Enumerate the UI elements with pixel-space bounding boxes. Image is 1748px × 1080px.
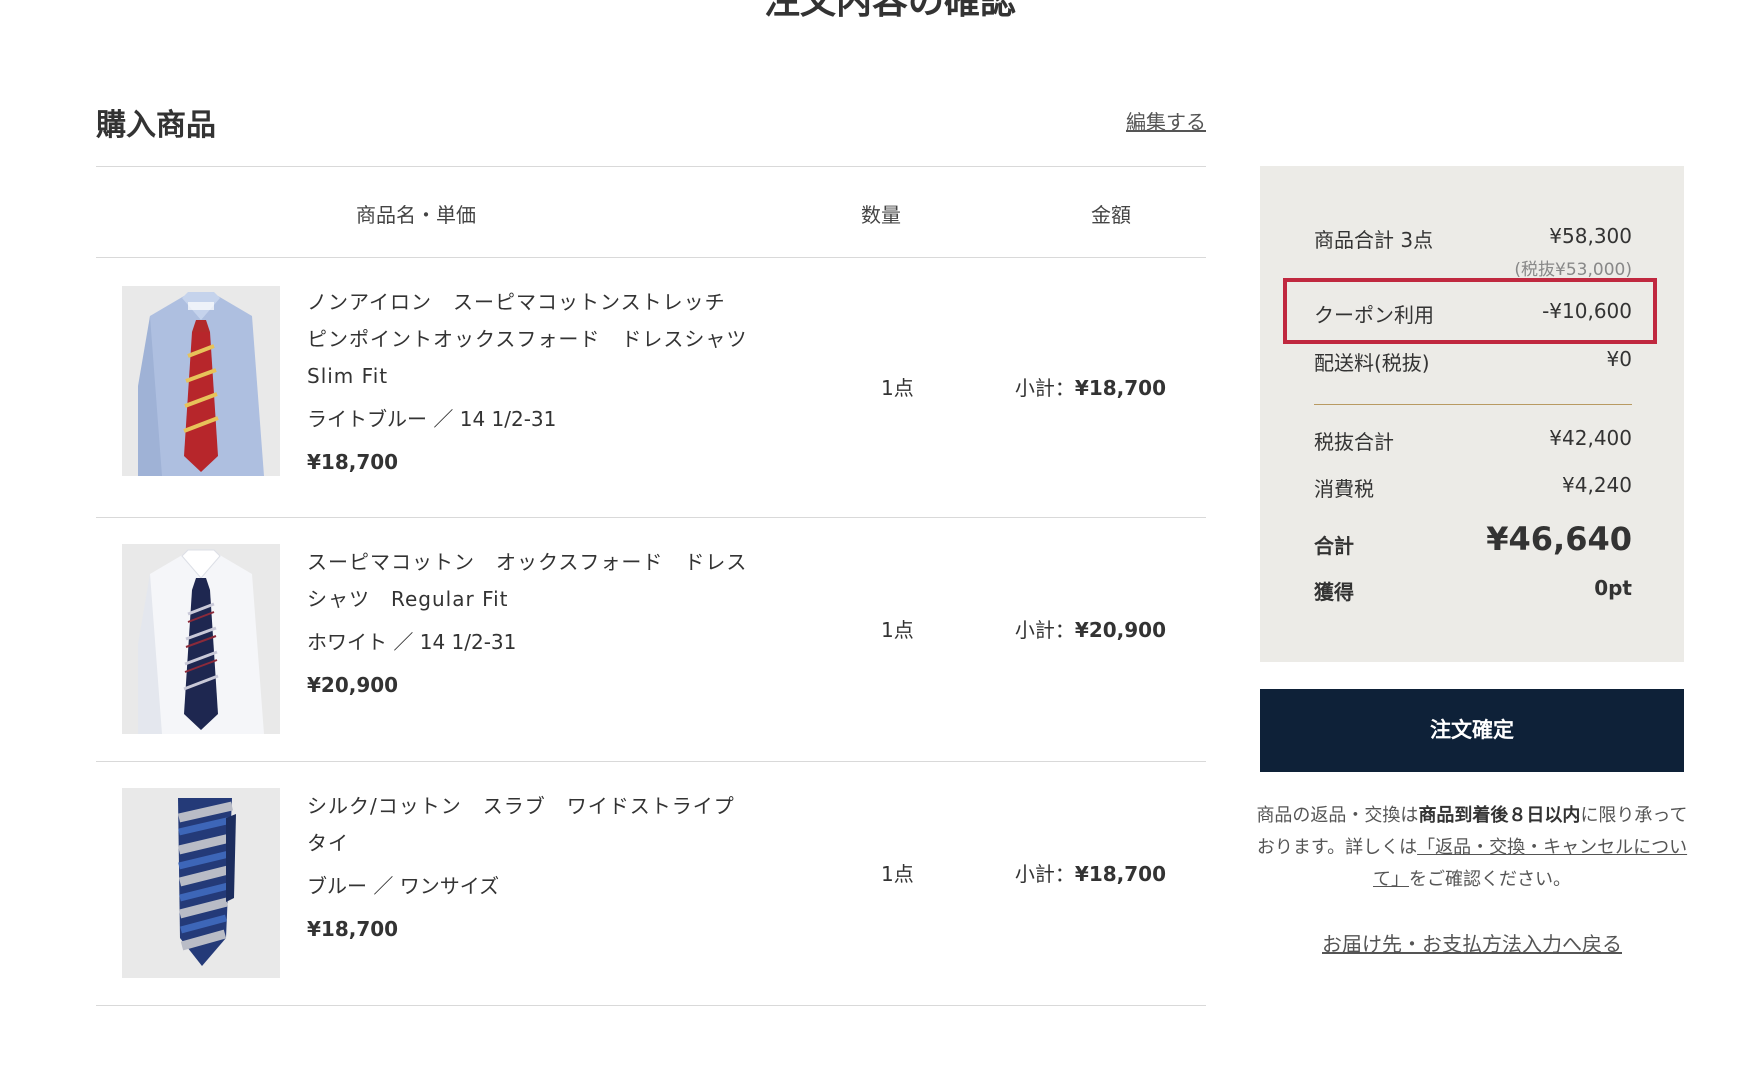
product-name[interactable]: ノンアイロン スーピマコットンストレッチ ピンポイントオックスフォード ドレスシ… [307,284,777,395]
points-row: 獲得 0pt [1314,576,1632,604]
edit-link[interactable]: 編集する [1126,106,1206,135]
quantity: 1点 [881,376,914,400]
header-quantity: 数量 [861,203,901,227]
table-row: スーピマコットン オックスフォード ドレス シャツ Regular Fit ホワ… [96,518,1206,762]
unit-price: ¥18,700 [307,450,399,474]
row-subtotal: 小計：¥18,700 [1014,376,1166,400]
order-summary: 商品合計 3点 ¥58,300 (税抜¥53,000) クーポン利用 -¥10,60… [1260,166,1684,662]
product-variant: ホワイト ／ 14 1/2-31 [307,630,517,654]
blue-striped-tie-image[interactable] [122,788,280,978]
confirm-order-button[interactable]: 注文確定 [1260,689,1684,772]
product-name[interactable]: シルク/コットン スラブ ワイドストライプ タイ [307,788,777,862]
items-total-row: 商品合計 3点 ¥58,300 [1314,224,1632,252]
tax-row: 消費税 ¥4,240 [1314,473,1632,501]
grand-total-row: 合計 ¥46,640 [1314,520,1632,558]
product-variant: ブルー ／ ワンサイズ [307,874,500,898]
unit-price: ¥20,900 [307,673,399,697]
header-amount: 金額 [1091,203,1131,227]
unit-price: ¥18,700 [307,917,399,941]
summary-divider [1314,404,1632,405]
table-row: ノンアイロン スーピマコットンストレッチ ピンポイントオックスフォード ドレスシ… [96,258,1206,518]
product-name[interactable]: スーピマコットン オックスフォード ドレス シャツ Regular Fit [307,544,777,618]
subtotal-excl-tax-row: 税抜合計 ¥42,400 [1314,426,1632,454]
product-info: スーピマコットン オックスフォード ドレス シャツ Regular Fit ホワ… [307,544,777,697]
white-shirt-navy-tie-image[interactable] [122,544,280,734]
cart-table: 商品名・単価 数量 金額 ノンアイロン スーピマコットンストレッチ ピンポイント… [96,166,1206,1006]
section-header: 購入商品 編集する [96,100,1206,143]
back-to-shipping-payment-link[interactable]: お届け先・お支払方法入力へ戻る [1260,928,1684,957]
shipping-row: 配送料(税抜) ¥0 [1314,347,1632,375]
quantity: 1点 [881,618,914,642]
product-info: ノンアイロン スーピマコットンストレッチ ピンポイントオックスフォード ドレスシ… [307,284,777,474]
items-total-excl-tax: (税抜¥53,000) [1514,260,1632,280]
row-subtotal: 小計：¥20,900 [1014,618,1166,642]
table-header: 商品名・単価 数量 金額 [96,166,1206,258]
blue-shirt-red-tie-image[interactable] [122,286,280,476]
quantity: 1点 [881,862,914,886]
return-policy-notice: 商品の返品・交換は商品到着後８日以内に限り承っております。詳しくは「返品・交換・… [1256,805,1688,890]
product-variant: ライトブルー ／ 14 1/2-31 [307,407,557,431]
table-row: シルク/コットン スラブ ワイドストライプ タイ ブルー ／ ワンサイズ ¥18… [96,762,1206,1006]
page-title: 注文内容の確認 [0,0,1748,18]
product-info: シルク/コットン スラブ ワイドストライプ タイ ブルー ／ ワンサイズ ¥18… [307,788,777,941]
coupon-row: クーポン利用 -¥10,600 [1314,299,1632,327]
row-subtotal: 小計：¥18,700 [1014,862,1166,886]
header-product-name: 商品名・単価 [356,203,476,227]
section-title: 購入商品 [96,108,216,143]
